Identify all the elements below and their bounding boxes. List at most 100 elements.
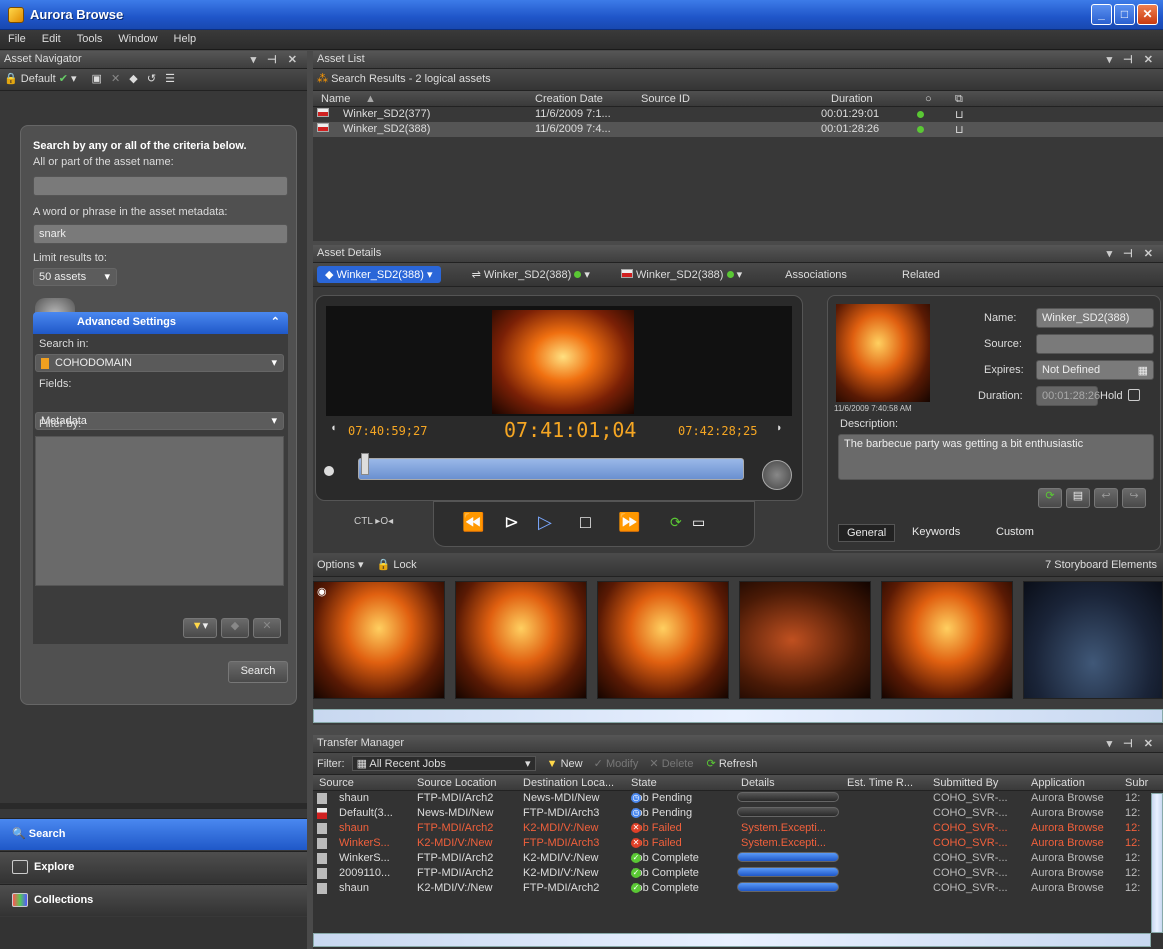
storyboard-frame[interactable] bbox=[313, 581, 445, 699]
refresh-button[interactable]: ⟳ Refresh bbox=[707, 758, 758, 770]
col-duration[interactable]: Duration bbox=[831, 93, 873, 105]
advanced-settings-header[interactable]: Advanced Settings ⌃ bbox=[33, 312, 288, 334]
col-name[interactable]: Name bbox=[321, 93, 350, 105]
comment-icon[interactable]: ▭ bbox=[692, 514, 705, 531]
menu-tools[interactable]: Tools bbox=[69, 30, 111, 48]
step-forward-icon[interactable]: ⊳ bbox=[504, 512, 519, 533]
revert-button[interactable]: ↩ bbox=[1094, 488, 1118, 508]
mark-in-icon[interactable]: ◖ bbox=[330, 422, 337, 434]
job-filter-dropdown[interactable]: ▦ All Recent Jobs ▾ bbox=[351, 756, 536, 771]
col-destination[interactable]: Destination Loca... bbox=[523, 777, 614, 789]
pane-controls[interactable]: ▾ ⊣ ✕ bbox=[1107, 737, 1157, 750]
filter-list[interactable] bbox=[35, 436, 284, 586]
delete-job-button[interactable]: ✕ Delete bbox=[649, 758, 693, 770]
refresh-thumb-button[interactable]: ⟳ bbox=[1038, 488, 1062, 508]
tab-general[interactable]: General bbox=[838, 524, 896, 542]
col-submitted[interactable]: Subr bbox=[1125, 777, 1148, 789]
storyboard-frame[interactable] bbox=[455, 581, 587, 699]
hold-checkbox[interactable] bbox=[1128, 389, 1140, 401]
limit-dropdown[interactable]: 50 assets bbox=[33, 268, 117, 286]
transfer-hscrollbar[interactable] bbox=[313, 933, 1151, 947]
transfer-vscrollbar[interactable] bbox=[1151, 793, 1163, 933]
tab-asset-1[interactable]: ◆ Winker_SD2(388) ▾ bbox=[317, 266, 441, 283]
calendar-icon[interactable]: ▦ bbox=[1138, 364, 1148, 377]
metadata-input[interactable]: snark bbox=[33, 224, 288, 244]
col-source-id[interactable]: Source ID bbox=[641, 93, 690, 105]
maximize-button[interactable]: □ bbox=[1114, 4, 1135, 25]
menu-help[interactable]: Help bbox=[166, 30, 205, 48]
asset-row[interactable]: Winker_SD2(377) 11/6/2009 7:1... 00:01:2… bbox=[313, 107, 1163, 122]
fast-forward-icon[interactable]: ⏩ bbox=[618, 512, 640, 533]
transfer-row[interactable]: shaun K2-MDI/V:/New FTP-MDI/Arch2 ✓ Job Comp… bbox=[313, 881, 1163, 896]
filter-add-button[interactable]: ▼▾ bbox=[183, 618, 217, 638]
modify-job-button[interactable]: ✓ Modify bbox=[594, 758, 639, 770]
transfer-row[interactable]: WinkerS... FTP-MDI/Arch2 K2-MDI/V:/New ✓ Job… bbox=[313, 851, 1163, 866]
scrubber-handle[interactable] bbox=[361, 453, 369, 475]
tab-keywords[interactable]: Keywords bbox=[902, 524, 970, 540]
timeline-scrubber[interactable] bbox=[358, 453, 744, 480]
play-icon[interactable]: ▷ bbox=[538, 512, 552, 533]
source-field[interactable] bbox=[1036, 334, 1154, 354]
col-details[interactable]: Details bbox=[741, 777, 775, 789]
pane-controls[interactable]: ▾ ⊣ ✕ bbox=[1107, 53, 1157, 66]
storyboard-frame[interactable] bbox=[739, 581, 871, 699]
nav-search[interactable]: 🔍 Search bbox=[0, 818, 307, 850]
tab-asset-3[interactable]: Winker_SD2(388) ▾ bbox=[620, 268, 742, 281]
tab-associations[interactable]: Associations bbox=[785, 269, 847, 281]
profile-selector[interactable]: Default bbox=[21, 73, 56, 85]
asset-row-selected[interactable]: Winker_SD2(388) 11/6/2009 7:4... 00:01:2… bbox=[313, 122, 1163, 137]
storyboard-frame[interactable] bbox=[881, 581, 1013, 699]
pane-controls[interactable]: ▾ ⊣ ✕ bbox=[1107, 247, 1157, 260]
col-creation-date[interactable]: Creation Date bbox=[535, 93, 603, 105]
delete-icon[interactable]: ✕ bbox=[111, 73, 120, 85]
col-est-time[interactable]: Est. Time R... bbox=[847, 777, 913, 789]
lock-icon[interactable]: 🔒 bbox=[4, 73, 18, 85]
col-source-location[interactable]: Source Location bbox=[417, 777, 497, 789]
minimize-button[interactable]: _ bbox=[1091, 4, 1112, 25]
list-icon[interactable]: ☰ bbox=[165, 73, 175, 85]
search-button[interactable]: Search bbox=[228, 661, 288, 683]
nav-collections[interactable]: Collections bbox=[0, 884, 307, 916]
menu-window[interactable]: Window bbox=[110, 30, 165, 48]
tab-asset-2[interactable]: ⇌ Winker_SD2(388) ▾ bbox=[472, 268, 590, 281]
storyboard-frame[interactable] bbox=[597, 581, 729, 699]
lock-toggle[interactable]: 🔒 Lock bbox=[377, 559, 417, 571]
mark-out-icon[interactable]: ◗ bbox=[776, 422, 783, 434]
transfer-row[interactable]: shaun FTP-MDI/Arch2 News-MDI/New ◷ Job Pendi… bbox=[313, 791, 1163, 806]
stop-icon[interactable]: □ bbox=[580, 512, 591, 533]
options-menu[interactable]: Options ▾ bbox=[317, 559, 364, 571]
col-source[interactable]: Source bbox=[319, 777, 354, 789]
transfer-row[interactable]: WinkerS... K2-MDI/V:/New FTP-MDI/Arch3 ✕ Job… bbox=[313, 836, 1163, 851]
menu-file[interactable]: File bbox=[0, 30, 34, 48]
transfer-row[interactable]: shaun FTP-MDI/Arch2 K2-MDI/V:/New ✕ Job Fail… bbox=[313, 821, 1163, 836]
tab-related[interactable]: Related bbox=[902, 269, 940, 281]
search-in-dropdown[interactable]: COHODOMAIN bbox=[35, 354, 284, 372]
col-state[interactable]: State bbox=[631, 777, 657, 789]
loop-icon[interactable]: ⟳ bbox=[670, 514, 682, 531]
tag-icon[interactable]: ◆ bbox=[129, 73, 137, 85]
print-button[interactable]: ▤ bbox=[1066, 488, 1090, 508]
menu-edit[interactable]: Edit bbox=[34, 30, 69, 48]
asset-name-input[interactable] bbox=[33, 176, 288, 196]
export-button[interactable]: ↪ bbox=[1122, 488, 1146, 508]
filter-edit-button[interactable]: ◆ bbox=[221, 618, 249, 638]
undo-icon[interactable]: ↺ bbox=[147, 73, 156, 85]
storyboard-scrollbar[interactable] bbox=[313, 709, 1163, 723]
collapse-icon[interactable]: ⌃ bbox=[271, 315, 280, 328]
name-field[interactable]: Winker_SD2(388) bbox=[1036, 308, 1154, 328]
transfer-row[interactable]: Default(3... News-MDI/New FTP-MDI/Arch3 ◷ Jo… bbox=[313, 806, 1163, 821]
new-job-button[interactable]: ▼ New bbox=[547, 758, 583, 770]
col-submitted-by[interactable]: Submitted By bbox=[933, 777, 998, 789]
storyboard-frame[interactable] bbox=[1023, 581, 1163, 699]
splitter[interactable] bbox=[0, 803, 307, 809]
nav-explore[interactable]: Explore bbox=[0, 851, 307, 883]
tab-custom[interactable]: Custom bbox=[986, 524, 1044, 540]
col-application[interactable]: Application bbox=[1031, 777, 1085, 789]
description-field[interactable]: The barbecue party was getting a bit ent… bbox=[838, 434, 1154, 480]
jog-wheel[interactable] bbox=[762, 460, 792, 490]
expires-field[interactable]: Not Defined ▦ bbox=[1036, 360, 1154, 380]
close-window-button[interactable]: ✕ bbox=[1137, 4, 1158, 25]
save-icon[interactable]: ▣ bbox=[92, 73, 102, 85]
filter-remove-button[interactable]: ✕ bbox=[253, 618, 281, 638]
rewind-icon[interactable]: ⏪ bbox=[462, 512, 484, 533]
